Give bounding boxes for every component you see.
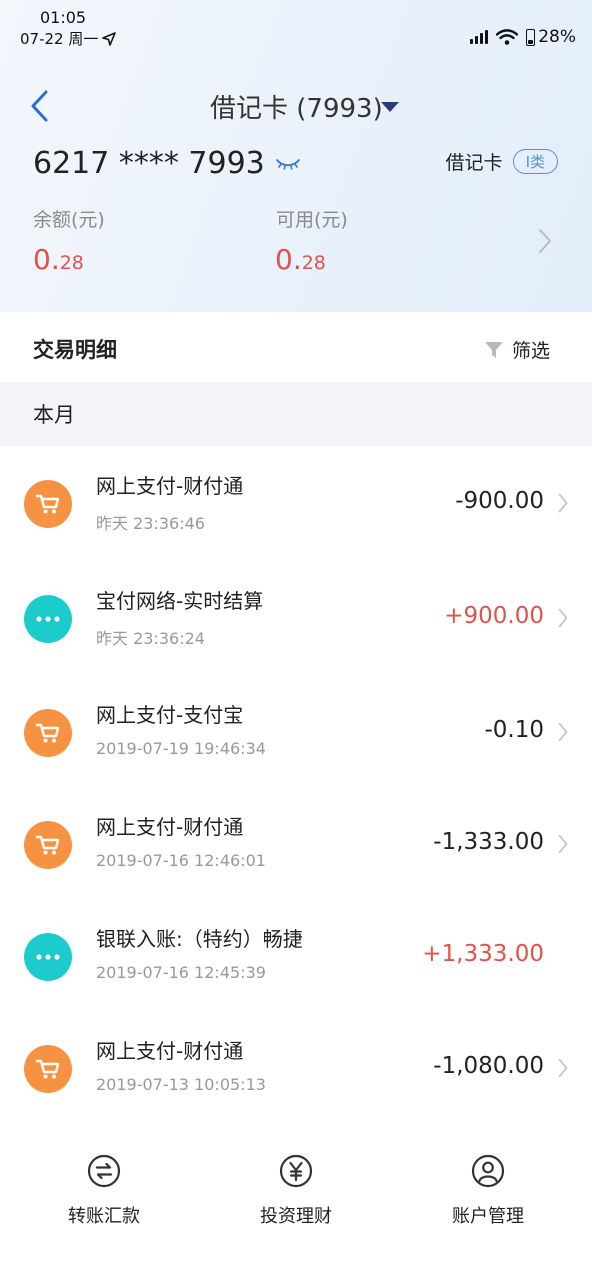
chevron-right-icon[interactable] (538, 228, 552, 254)
transaction-name: 网上支付-财付通 (96, 815, 244, 839)
battery-indicator: 28% (526, 27, 576, 47)
back-arrow-icon[interactable] (28, 88, 52, 124)
transaction-row[interactable]: 网上支付-财付通 2019-07-16 12:46:01 -1,333.00 (0, 789, 592, 901)
shopping-cart-icon (24, 709, 72, 757)
transaction-amount: +900.00 (444, 603, 544, 629)
battery-icon (526, 28, 536, 46)
card-type-row: 借记卡 I类 (446, 148, 558, 175)
page-title: 借记卡 (7993) (210, 94, 383, 124)
funnel-icon (484, 341, 503, 358)
shopping-cart-icon (24, 821, 72, 869)
eye-closed-icon[interactable] (275, 157, 301, 171)
transaction-time: 2019-07-16 12:46:01 (96, 851, 266, 870)
transaction-amount: +1,333.00 (422, 941, 544, 967)
yuan-icon (279, 1154, 313, 1188)
transfer-icon (87, 1154, 121, 1188)
chevron-right-icon (558, 608, 568, 628)
filter-button[interactable]: 筛选 (484, 336, 550, 363)
balance-value: 0. 28 (33, 243, 84, 276)
battery-percent: 28% (538, 27, 576, 47)
location-arrow-icon (102, 31, 117, 46)
available-value: 0. 28 (275, 243, 326, 276)
user-icon (471, 1154, 505, 1188)
transaction-row[interactable]: 网上支付-财付通 2019-07-13 10:05:13 -1,080.00 (0, 1013, 592, 1125)
transaction-time: 2019-07-16 12:45:39 (96, 963, 266, 982)
filter-label: 筛选 (511, 340, 550, 362)
section-title: 交易明细 (33, 338, 117, 362)
wifi-icon (496, 29, 519, 45)
transaction-time: 昨天 23:36:46 (96, 514, 205, 533)
transaction-amount: -900.00 (455, 488, 544, 514)
transaction-amount: -0.10 (484, 717, 544, 743)
status-date: 07-22 周一 (20, 28, 117, 49)
shopping-cart-icon (24, 1045, 72, 1093)
transaction-row[interactable]: 网上支付-支付宝 2019-07-19 19:46:34 -0.10 (0, 677, 592, 789)
nav-invest[interactable]: 投资理财 (216, 1154, 376, 1228)
chevron-right-icon (558, 1058, 568, 1078)
transaction-time: 2019-07-19 19:46:34 (96, 739, 266, 758)
account-header: 01:05 07-22 周一 28% 借记卡 (7993) 6217 **** … (0, 0, 592, 312)
nav-transfer[interactable]: 转账汇款 (24, 1154, 184, 1228)
transaction-section-header: 交易明细 筛选 (0, 312, 592, 382)
balance-decimal: 28 (59, 252, 84, 274)
nav-transfer-label: 转账汇款 (68, 1206, 140, 1227)
card-type-label: 借记卡 (445, 152, 503, 174)
status-date-text: 07-22 周一 (20, 30, 99, 48)
transaction-row[interactable]: 银联入账:（特约）畅捷 2019-07-16 12:45:39 +1,333.0… (0, 901, 592, 1013)
more-dots-icon (24, 595, 72, 643)
chevron-right-icon (558, 493, 568, 513)
transaction-time: 昨天 23:36:24 (96, 629, 205, 648)
transaction-name: 网上支付-财付通 (96, 1039, 244, 1063)
balance-integer: 0. (33, 243, 60, 276)
status-time: 01:05 (40, 8, 87, 27)
more-dots-icon (24, 933, 72, 981)
month-header: 本月 (0, 382, 592, 446)
signal-icon (470, 30, 489, 44)
transaction-row[interactable]: 宝付网络-实时结算 昨天 23:36:24 +900.00 (0, 563, 592, 675)
chevron-right-icon (558, 834, 568, 854)
bottom-nav: 转账汇款 投资理财 账户管理 (0, 1140, 592, 1240)
card-selector[interactable]: 借记卡 (7993) (210, 88, 399, 125)
nav-account[interactable]: 账户管理 (408, 1154, 568, 1228)
chevron-right-icon (558, 722, 568, 742)
caret-down-icon (380, 101, 399, 112)
transaction-amount: -1,333.00 (433, 829, 544, 855)
transaction-name: 网上支付-支付宝 (96, 703, 244, 727)
transaction-amount: -1,080.00 (433, 1053, 544, 1079)
card-number: 6217 **** 7993 (33, 146, 265, 181)
nav-account-label: 账户管理 (452, 1206, 524, 1227)
status-indicators: 28% (470, 27, 576, 47)
month-label: 本月 (33, 403, 75, 427)
transaction-name: 银联入账:（特约）畅捷 (96, 927, 303, 951)
nav-invest-label: 投资理财 (260, 1206, 332, 1227)
available-label: 可用(元) (276, 209, 348, 231)
balance-label: 余额(元) (33, 209, 105, 231)
transaction-name: 宝付网络-实时结算 (96, 589, 264, 613)
transaction-name: 网上支付-财付通 (96, 474, 244, 498)
transaction-row[interactable]: 网上支付-财付通 昨天 23:36:46 -900.00 (0, 448, 592, 560)
card-class-badge: I类 (512, 149, 558, 174)
shopping-cart-icon (24, 480, 72, 528)
available-integer: 0. (275, 243, 302, 276)
transaction-time: 2019-07-13 10:05:13 (96, 1075, 266, 1094)
card-number-row: 6217 **** 7993 (33, 146, 301, 181)
available-decimal: 28 (301, 252, 326, 274)
